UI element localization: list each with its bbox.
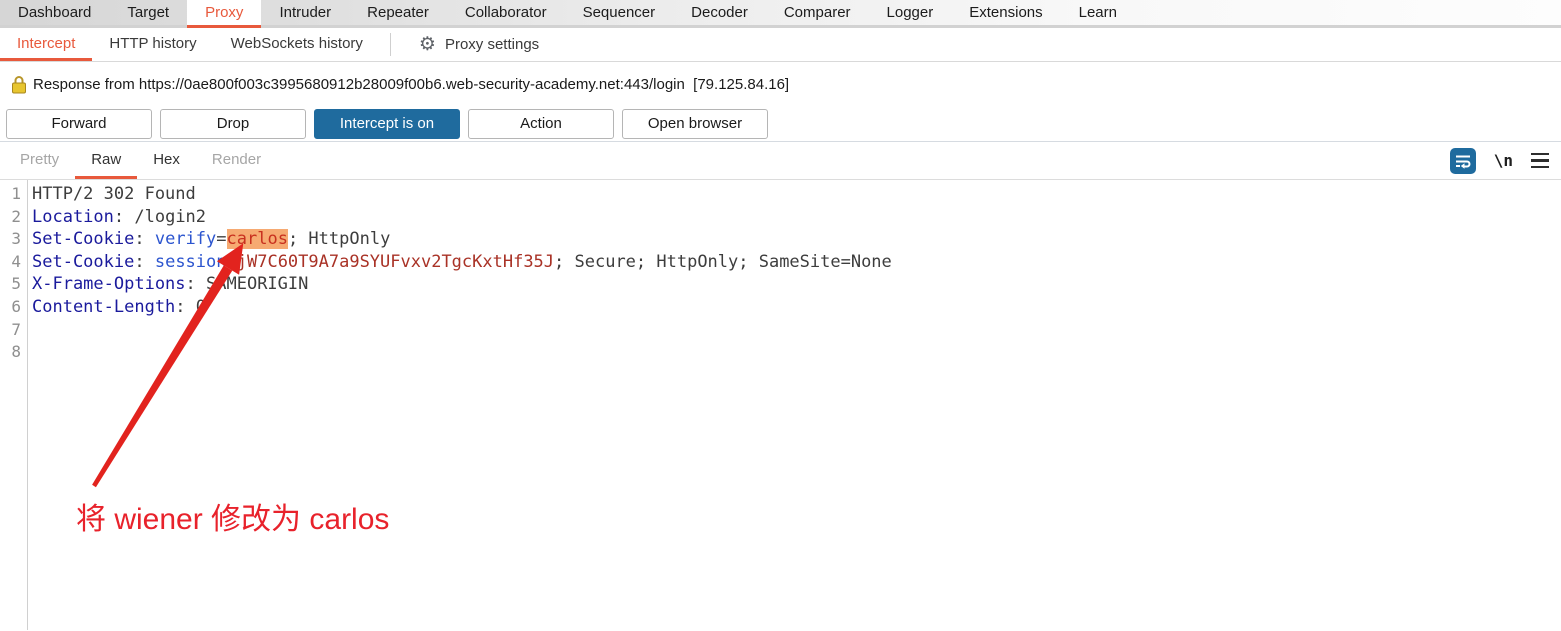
code-token: HttpOnly	[308, 229, 391, 250]
gear-icon: ⚙	[418, 34, 436, 55]
menu-tab-learn[interactable]: Learn	[1061, 0, 1135, 28]
code-line: Set-Cookie: verify=carlos; HttpOnly	[32, 228, 1561, 251]
code-line: HTTP/2 302 Found	[32, 183, 1561, 206]
line-number: 2	[11, 206, 21, 226]
line-number: 7	[11, 319, 21, 339]
code-token: Set-Cookie	[32, 251, 135, 272]
response-origin-text: Response from https://0ae800f003c3995680…	[33, 75, 790, 93]
subtab-intercept[interactable]: Intercept	[0, 28, 93, 61]
lock-icon	[12, 75, 26, 93]
main-menu-bar: Dashboard Target Proxy Intruder Repeater Coll…	[0, 0, 1561, 28]
show-newlines-icon[interactable]: \n	[1494, 151, 1513, 170]
code-line: Location: /login2	[32, 206, 1561, 229]
menu-tab-extensions[interactable]: Extensions	[951, 0, 1060, 28]
proxy-settings-label: Proxy settings	[444, 36, 540, 53]
code-line: X-Frame-Options: SAMEORIGIN	[32, 273, 1561, 296]
subnav-divider	[389, 33, 391, 56]
burp-proxy-intercept-window: Dashboard Target Proxy Intruder Repeater Coll…	[0, 0, 1561, 631]
code-token: ;	[287, 229, 309, 250]
code-token: =	[216, 229, 227, 250]
menu-tab-target[interactable]: Target	[109, 0, 187, 28]
proxy-settings-button[interactable]: ⚙ Proxy settings	[419, 28, 539, 61]
word-wrap-toggle-icon[interactable]	[1449, 147, 1476, 174]
forward-button[interactable]: Forward	[6, 108, 152, 139]
code-token: X-Frame-Options	[32, 274, 186, 295]
editor-tab-pretty[interactable]: Pretty	[4, 142, 75, 179]
subtab-http-history[interactable]: HTTP history	[92, 28, 213, 61]
line-number: 5	[11, 274, 21, 294]
code-token: verify	[154, 229, 217, 250]
line-number: 6	[11, 296, 21, 316]
code-token: :	[185, 274, 207, 295]
menu-tab-repeater[interactable]: Repeater	[349, 0, 447, 28]
editor-tab-group: Pretty Raw Hex Render	[4, 142, 277, 179]
code-token: ; Secure; HttpOnly; SameSite=None	[554, 251, 892, 272]
message-editor-tabs: Pretty Raw Hex Render \n	[0, 142, 1561, 180]
menu-tab-dashboard[interactable]: Dashboard	[0, 0, 109, 28]
menu-tab-decoder[interactable]: Decoder	[673, 0, 766, 28]
code-token: :	[134, 251, 155, 272]
line-number: 4	[11, 251, 21, 271]
code-token: Location	[32, 206, 114, 227]
intercept-message-bar: Response from https://0ae800f003c3995680…	[0, 62, 1561, 106]
code-line: Content-Length: 0	[32, 296, 1561, 319]
proxy-subnav: Intercept HTTP history WebSockets history …	[0, 28, 1561, 62]
code-token: Set-Cookie	[32, 229, 135, 250]
response-editor[interactable]: 12345678 HTTP/2 302 Found Location: /logi…	[0, 180, 1561, 630]
code-token: 0	[195, 296, 207, 317]
menu-tab-sequencer[interactable]: Sequencer	[565, 0, 674, 28]
code-token: session	[154, 251, 227, 272]
menu-tab-collaborator[interactable]: Collaborator	[447, 0, 565, 28]
response-body-text[interactable]: HTTP/2 302 Found Location: /login2 Set-Coo…	[28, 180, 1561, 630]
code-token: Content-Length	[32, 296, 176, 317]
code-token: /login2	[134, 206, 207, 227]
editor-tab-render[interactable]: Render	[196, 142, 277, 179]
code-token: SAMEORIGIN	[206, 274, 309, 295]
editor-menu-icon[interactable]	[1531, 152, 1549, 169]
line-number: 1	[11, 184, 21, 203]
editor-icon-group: \n	[1449, 142, 1561, 179]
editor-tab-raw[interactable]: Raw	[75, 142, 138, 179]
code-token: jW7C60T9A7a9SYUFvxv2TgcKxtHf35J	[236, 251, 555, 272]
drop-button[interactable]: Drop	[160, 108, 306, 139]
menu-tab-intruder[interactable]: Intruder	[261, 0, 349, 28]
code-token: HTTP/2 302 Found	[32, 184, 196, 204]
editor-tab-hex[interactable]: Hex	[137, 142, 196, 179]
open-browser-button[interactable]: Open browser	[622, 108, 768, 139]
line-number: 3	[11, 229, 21, 249]
action-button[interactable]: Action	[468, 108, 614, 139]
highlighted-cookie-value: carlos	[226, 229, 288, 250]
code-token: =	[226, 251, 237, 272]
line-number: 8	[11, 342, 21, 362]
intercept-is-on-button[interactable]: Intercept is on	[314, 108, 460, 139]
annotation-text: 将 wiener 修改为 carlos	[76, 503, 390, 536]
code-token: :	[113, 206, 135, 227]
menu-tab-proxy[interactable]: Proxy	[187, 0, 262, 28]
intercept-toolbar: Forward Drop Intercept is on Action Open bro…	[0, 106, 1561, 142]
code-token: :	[134, 229, 155, 250]
menu-tab-comparer[interactable]: Comparer	[766, 0, 869, 28]
line-number-gutter: 12345678	[0, 180, 28, 630]
code-line: Set-Cookie: session=jW7C60T9A7a9SYUFvxv2…	[32, 251, 1561, 274]
code-token: :	[175, 296, 196, 317]
subtab-websockets-history[interactable]: WebSockets history	[214, 28, 380, 61]
proxy-subtab-group: Intercept HTTP history WebSockets history	[0, 28, 380, 61]
menu-tab-logger[interactable]: Logger	[869, 0, 952, 28]
